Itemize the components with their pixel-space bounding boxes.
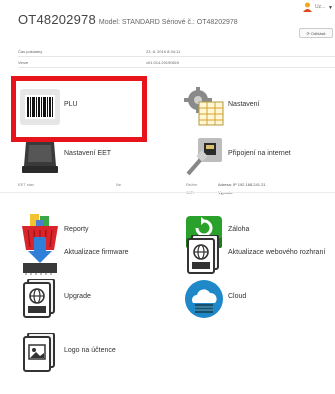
logout-button-label: Odhlásit	[310, 30, 326, 36]
network-status-label: Režim	[186, 182, 198, 187]
network-status-row: Režim Adresa: IP 192.168.241.21	[186, 182, 326, 190]
device-id: OT48202978	[18, 12, 96, 27]
tile-web-update[interactable]: Aktualizace webového rozhraní	[184, 235, 334, 279]
info-row: Čas pokladny 23. 8. 2019 8:34:11	[18, 46, 335, 57]
tile-internet[interactable]: Připojení na internet	[184, 136, 324, 180]
highlight-frame	[11, 76, 147, 142]
network-cable-icon	[186, 138, 222, 176]
tile-settings[interactable]: Nastavení	[184, 87, 324, 131]
info-value: v01.014.20190819	[146, 60, 180, 65]
tile-label: Reporty	[64, 226, 89, 233]
tile-label: Záloha	[228, 226, 250, 233]
html-file-icon	[23, 279, 55, 318]
user-menu[interactable]: Uz... ▼	[301, 2, 333, 16]
logout-icon: ⟳	[306, 30, 310, 36]
image-file-icon	[23, 333, 55, 372]
tile-label: Připojení na internet	[228, 150, 291, 157]
info-row: Verze v01.014.20190819	[18, 57, 335, 68]
user-name: Uz...	[315, 4, 326, 10]
model-serial-text: Model: STANDARD Sériové č.: OT48202978	[98, 19, 238, 26]
tile-label: Aktualizace webového rozhraní	[228, 249, 326, 256]
eet-status-label: EET stav	[18, 182, 35, 187]
tile-label: Aktualizace firmware	[64, 249, 129, 256]
html-file-icon	[187, 235, 219, 274]
network-status-value: Adresa: IP 192.168.241.21	[218, 182, 266, 187]
logout-button[interactable]: ⟳ Odhlásit	[299, 28, 333, 38]
tile-label: Upgrade	[64, 293, 91, 300]
chevron-down-icon: ▼	[328, 5, 333, 11]
info-label: Verze	[18, 60, 29, 65]
network-status: Režim Adresa: IP 192.168.241.21 WiFi Vyp…	[186, 182, 326, 198]
tile-cloud[interactable]: Cloud	[184, 279, 324, 323]
info-value: 23. 8. 2019 8:34:11	[146, 49, 181, 54]
tile-label: Logo na účtence	[64, 347, 116, 354]
tile-firmware-update[interactable]: Aktualizace firmware	[20, 235, 140, 279]
tile-eet-settings[interactable]: Nastavení EET	[20, 136, 140, 180]
cash-register-icon	[22, 142, 58, 173]
divider	[0, 192, 335, 193]
info-table: Čas pokladny 23. 8. 2019 8:34:11 Verze v…	[18, 46, 335, 68]
settings-gear-icon	[184, 87, 224, 126]
tile-upgrade[interactable]: Upgrade	[20, 279, 140, 323]
info-label: Čas pokladny	[18, 49, 43, 54]
header: OT48202978 Model: STANDARD Sériové č.: OT…	[0, 0, 335, 40]
page-title: OT48202978 Model: STANDARD Sériové č.: OT…	[18, 11, 238, 29]
cloud-icon	[185, 280, 223, 318]
eet-status-value: Ne	[116, 182, 122, 187]
tile-label: Cloud	[228, 293, 247, 300]
tile-label: Nastavení	[228, 101, 260, 108]
tile-label: Nastavení EET	[64, 150, 112, 157]
firmware-download-icon	[23, 237, 57, 275]
tile-receipt-logo[interactable]: Logo na účtence	[20, 333, 140, 377]
user-avatar-icon	[303, 2, 312, 12]
